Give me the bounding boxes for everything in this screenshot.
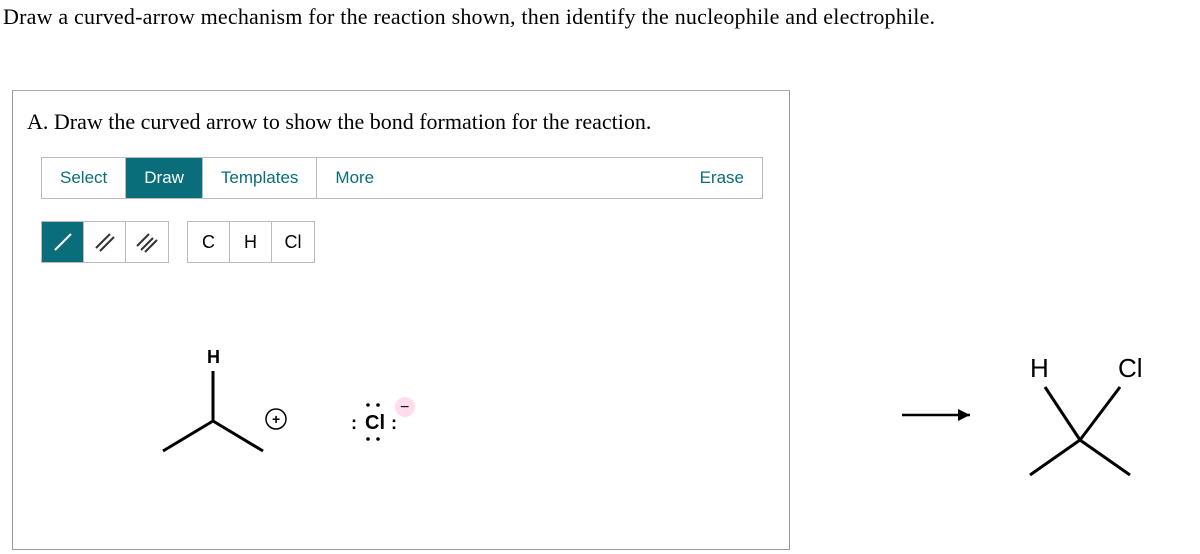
double-bond-icon	[93, 230, 117, 254]
drawing-panel: A. Draw the curved arrow to show the bon…	[12, 90, 790, 550]
carbon-tool[interactable]: C	[188, 222, 230, 262]
product-cl-label: Cl	[1118, 353, 1143, 383]
hydrogen-tool[interactable]: H	[230, 222, 272, 262]
chloride-lone-pair-right: :	[391, 413, 397, 433]
question-text: Draw a curved-arrow mechanism for the re…	[0, 0, 1200, 30]
reactant-structure: H + Cl : : −	[13, 281, 513, 531]
product-structure: H Cl	[1000, 345, 1180, 505]
more-tab[interactable]: More	[317, 158, 392, 198]
triple-bond-icon	[135, 230, 159, 254]
draw-tab[interactable]: Draw	[126, 158, 203, 198]
erase-button[interactable]: Erase	[682, 158, 762, 198]
product-h-label: H	[1030, 353, 1049, 383]
chlorine-tool[interactable]: Cl	[272, 222, 314, 262]
single-bond-icon	[51, 230, 75, 254]
main-toolbar: Select Draw Templates More Erase	[41, 157, 763, 199]
chloride-label: Cl	[365, 412, 385, 434]
bond-tool-group	[41, 221, 169, 263]
secondary-toolbar: C H Cl	[41, 221, 315, 263]
select-tab[interactable]: Select	[42, 158, 126, 198]
templates-tab[interactable]: Templates	[203, 158, 317, 198]
single-bond-tool[interactable]	[42, 222, 84, 262]
chloride-lone-pair-left: :	[351, 413, 357, 433]
part-a-label: A. Draw the curved arrow to show the bon…	[13, 91, 789, 135]
triple-bond-tool[interactable]	[126, 222, 168, 262]
drawing-canvas[interactable]: H + Cl : : −	[13, 281, 789, 549]
element-tool-group: C H Cl	[187, 221, 315, 263]
reactant-h-label: H	[207, 347, 220, 367]
double-bond-tool[interactable]	[84, 222, 126, 262]
carbocation-charge: +	[272, 411, 280, 427]
chloride-charge: −	[400, 399, 409, 416]
reaction-arrow	[900, 400, 980, 430]
toolbar-spacer	[392, 158, 681, 198]
